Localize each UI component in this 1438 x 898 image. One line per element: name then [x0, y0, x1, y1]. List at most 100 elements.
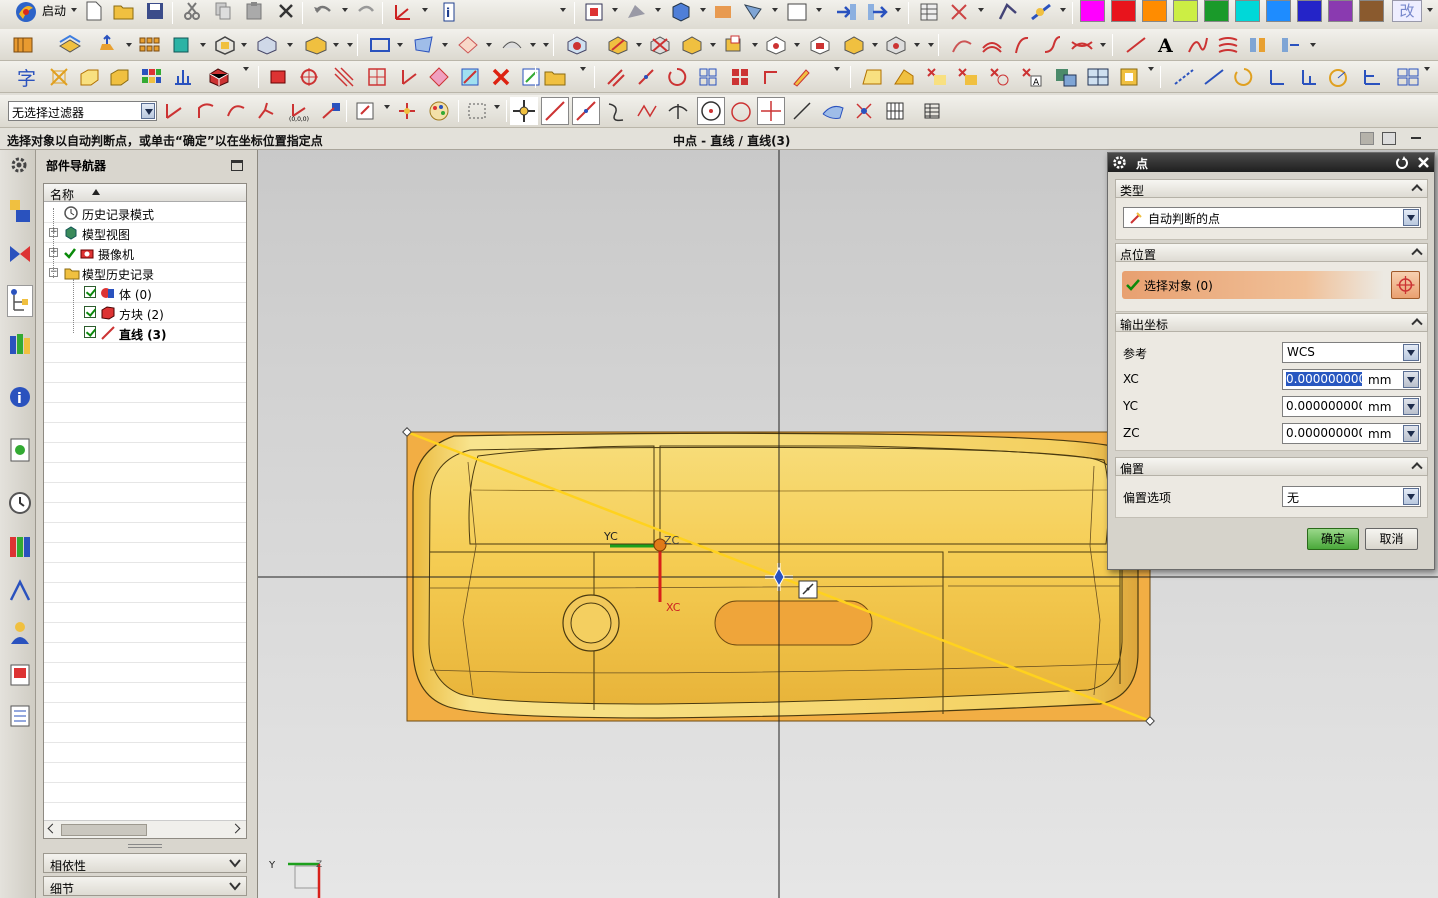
slash-line-icon[interactable]	[635, 66, 657, 88]
split-icon[interactable]	[925, 66, 947, 88]
extrude-icon[interactable]	[96, 34, 118, 56]
color-swatch[interactable]	[1359, 0, 1384, 22]
snap-existing-point-icon[interactable]	[757, 97, 785, 125]
color-swatch[interactable]	[1266, 0, 1291, 22]
reorder-icon[interactable]	[680, 34, 702, 56]
chevron-up-icon[interactable]	[1411, 248, 1423, 260]
face-icon[interactable]	[860, 66, 882, 88]
cut-icon[interactable]	[182, 1, 204, 23]
frame-icon[interactable]	[1118, 66, 1140, 88]
snap-origin-icon[interactable]: (0,0,0)	[287, 100, 309, 123]
trim-icon[interactable]	[456, 34, 478, 56]
chevron-down-icon[interactable]	[422, 8, 428, 12]
undo-icon[interactable]	[312, 1, 334, 23]
section-type-header[interactable]: 类型	[1115, 179, 1428, 198]
chevron-down-icon[interactable]	[227, 880, 243, 893]
snap-endpoint-icon[interactable]	[541, 97, 569, 125]
snap-control-icon[interactable]	[605, 100, 627, 122]
rectangle-select-icon[interactable]	[466, 100, 488, 122]
assembly-icon[interactable]	[1054, 66, 1077, 88]
color-swatch[interactable]	[1142, 0, 1167, 22]
offset-face-icon[interactable]	[255, 34, 277, 56]
open-part-icon[interactable]	[544, 66, 566, 88]
snap-intersection-icon[interactable]	[636, 100, 658, 122]
measure-icon[interactable]	[1030, 1, 1052, 23]
spline-icon[interactable]	[1186, 34, 1208, 56]
angle-dim-icon[interactable]	[1266, 66, 1288, 88]
wcs-icon[interactable]	[392, 1, 414, 23]
snap-perpendicular-icon[interactable]	[667, 100, 689, 122]
history-clock-icon[interactable]	[8, 490, 32, 516]
close-icon[interactable]	[1416, 155, 1431, 170]
block-icon[interactable]	[78, 66, 100, 88]
extract-icon[interactable]	[1246, 34, 1268, 56]
move-feature-icon[interactable]	[764, 34, 786, 56]
point-type-dropdown[interactable]: 自动判断的点	[1123, 207, 1421, 228]
text-feature-icon[interactable]: 字	[16, 66, 38, 90]
tree-item-model-views[interactable]: + 模型视图	[44, 223, 246, 243]
color-swatch[interactable]	[1080, 0, 1105, 22]
chevron-up-icon[interactable]	[1411, 462, 1423, 474]
replace-icon[interactable]	[722, 34, 744, 56]
law-icon[interactable]	[1278, 34, 1300, 56]
rectangle-icon[interactable]	[368, 34, 390, 56]
snap-arc-icon[interactable]	[195, 100, 217, 122]
delete-face-icon[interactable]	[884, 34, 906, 56]
checkbox[interactable]	[84, 326, 96, 338]
chevron-down-icon[interactable]	[1403, 209, 1419, 226]
unite-icon[interactable]	[170, 34, 192, 56]
snap-grid-icon[interactable]	[884, 100, 906, 122]
array-icon[interactable]	[697, 66, 719, 88]
maximize-icon[interactable]	[1382, 132, 1396, 145]
zc-input[interactable]: 0.000000000 mm	[1282, 423, 1421, 444]
reset-icon[interactable]	[1394, 155, 1409, 170]
chevron-down-icon[interactable]	[1403, 344, 1419, 361]
solid-body-icon[interactable]	[207, 66, 229, 88]
color-swatch[interactable]	[1173, 0, 1198, 22]
chevron-down-icon[interactable]	[1403, 488, 1419, 505]
face-2-icon[interactable]	[892, 66, 914, 88]
chevron-down-icon[interactable]	[71, 8, 77, 12]
point-dialog-button[interactable]	[1391, 271, 1420, 299]
radius-dim-icon[interactable]	[1326, 66, 1348, 88]
sketch-icon[interactable]	[12, 34, 34, 56]
color-swatch[interactable]	[1297, 0, 1322, 22]
redo-icon[interactable]	[355, 1, 377, 23]
tree-item-block[interactable]: 方块 (2)	[44, 303, 246, 323]
snap-on-curve-icon[interactable]	[791, 100, 813, 122]
yc-menu-icon[interactable]	[1403, 398, 1419, 415]
line-icon[interactable]	[1124, 34, 1146, 56]
gear-icon[interactable]	[1112, 155, 1127, 170]
nx-logo-icon[interactable]	[14, 0, 38, 24]
info-icon[interactable]: i	[440, 1, 462, 23]
snap-vertex-icon[interactable]	[255, 100, 277, 122]
tree-item-cameras[interactable]: + 摄像机	[44, 243, 246, 263]
column-header[interactable]: 名称	[44, 184, 246, 202]
reuse-library-icon[interactable]	[8, 330, 32, 356]
ordinate-dim-icon[interactable]	[1360, 66, 1382, 88]
component-icon[interactable]	[1086, 66, 1109, 88]
offset-curve-icon[interactable]	[980, 34, 1002, 56]
maximize-panel-icon[interactable]	[231, 160, 243, 171]
fixture-icon[interactable]	[172, 66, 194, 88]
body-icon[interactable]	[303, 34, 327, 56]
chevron-up-icon[interactable]	[1411, 184, 1423, 196]
grid-box-icon[interactable]	[366, 66, 388, 88]
section-point-location-header[interactable]: 点位置	[1115, 243, 1428, 262]
assembly-navigator-icon[interactable]	[8, 198, 32, 224]
snap-table-icon[interactable]	[921, 100, 943, 122]
ok-button[interactable]: 确定	[1307, 528, 1359, 550]
render-style-icon[interactable]	[625, 1, 647, 23]
snap-face-icon[interactable]	[354, 100, 376, 122]
shell-icon[interactable]	[213, 34, 235, 56]
cancel-button[interactable]: 取消	[1365, 528, 1418, 550]
cancel-x-icon[interactable]	[490, 66, 512, 88]
splitter-handle[interactable]	[128, 844, 162, 848]
list-icon[interactable]	[8, 703, 32, 729]
pattern-icon[interactable]	[138, 34, 160, 56]
snap-color-icon[interactable]	[428, 100, 450, 122]
zc-menu-icon[interactable]	[1403, 425, 1419, 442]
snap-point-icon[interactable]	[396, 100, 418, 122]
convert-icon[interactable]	[520, 66, 542, 88]
part-navigator-icon[interactable]	[7, 285, 33, 317]
